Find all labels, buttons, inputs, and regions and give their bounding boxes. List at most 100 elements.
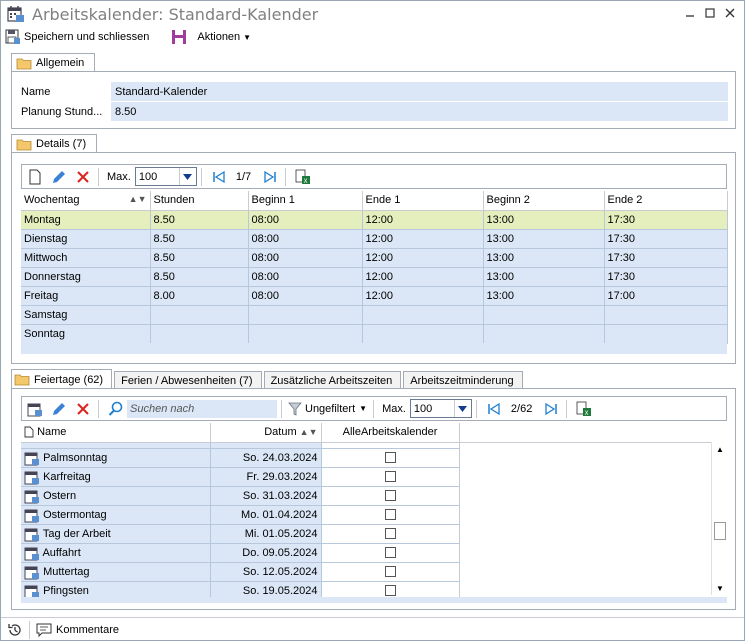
table-row[interactable]: Ostern So. 31.03.2024 bbox=[21, 486, 711, 506]
svg-text:X: X bbox=[304, 178, 308, 185]
chevron-down-icon bbox=[178, 168, 196, 185]
table-row[interactable]: Karfreitag Fr. 29.03.2024 bbox=[21, 467, 711, 487]
feiertage-table-footer bbox=[21, 597, 727, 603]
pencil-icon bbox=[53, 170, 65, 183]
planned-hours-input[interactable]: 8.50 bbox=[111, 102, 728, 121]
scroll-down-icon[interactable]: ▼ bbox=[712, 581, 728, 595]
folder-icon bbox=[16, 139, 32, 150]
maximize-icon bbox=[705, 8, 715, 18]
table-row[interactable]: Freitag 8.00 08:00 12:00 13:00 17:00 bbox=[21, 286, 728, 306]
delete-holiday-button[interactable] bbox=[72, 398, 94, 420]
svg-text:X: X bbox=[585, 410, 589, 417]
column-header-stunden[interactable]: Stunden bbox=[150, 191, 249, 211]
all-calendars-checkbox[interactable] bbox=[384, 547, 396, 559]
export-excel-button[interactable]: X bbox=[573, 398, 595, 420]
status-bar: Kommentare bbox=[1, 617, 744, 641]
column-header-filler bbox=[459, 423, 711, 443]
tab-ferien[interactable]: Ferien / Abwesenheiten (7) bbox=[114, 371, 262, 389]
maximize-button[interactable] bbox=[702, 5, 718, 21]
search-button[interactable] bbox=[105, 398, 127, 420]
last-page-icon bbox=[545, 402, 558, 415]
close-button[interactable] bbox=[722, 5, 738, 21]
title-bar: Arbeitskalender: Standard-Kalender bbox=[1, 1, 744, 27]
column-header-wochentag[interactable]: Wochentag ▲▼ bbox=[21, 191, 151, 211]
table-row[interactable]: Donnerstag 8.50 08:00 12:00 13:00 17:30 bbox=[21, 267, 728, 287]
scroll-up-icon[interactable]: ▲ bbox=[712, 442, 728, 456]
max-label: Max. bbox=[107, 170, 131, 183]
all-calendars-checkbox[interactable] bbox=[384, 471, 396, 483]
separator bbox=[98, 399, 99, 418]
minimize-button[interactable] bbox=[682, 5, 698, 21]
excel-export-icon: X bbox=[295, 169, 311, 185]
all-calendars-checkbox[interactable] bbox=[384, 490, 396, 502]
column-header-alle-arbeitskalender[interactable]: AlleArbeitskalender bbox=[321, 423, 460, 443]
details-tab[interactable]: Details (7) bbox=[11, 134, 98, 153]
actions-menu-button[interactable]: Aktionen ▼ bbox=[167, 27, 255, 47]
table-row[interactable]: Muttertag So. 12.05.2024 bbox=[21, 562, 711, 582]
table-row[interactable]: Palmsonntag So. 24.03.2024 bbox=[21, 448, 711, 468]
last-page-button[interactable] bbox=[540, 398, 562, 420]
column-header-name[interactable]: Name bbox=[21, 423, 211, 443]
filter-dropdown[interactable]: Ungefiltert ▼ bbox=[286, 399, 369, 419]
table-row[interactable]: Ostermontag Mo. 01.04.2024 bbox=[21, 505, 711, 525]
delete-button[interactable] bbox=[72, 166, 94, 188]
new-holiday-button[interactable] bbox=[24, 398, 46, 420]
details-table: Wochentag ▲▼ Stunden Beginn 1 Ende 1 Begi… bbox=[21, 191, 728, 344]
table-row[interactable]: Auffahrt Do. 09.05.2024 bbox=[21, 543, 711, 563]
folder-icon bbox=[14, 374, 30, 386]
scroll-thumb[interactable] bbox=[714, 522, 726, 540]
tab-feiertage[interactable]: Feiertage (62) bbox=[11, 369, 113, 389]
table-row[interactable]: Pfingsten So. 19.05.2024 bbox=[21, 581, 711, 597]
calendar-icon bbox=[24, 452, 39, 465]
last-page-button[interactable] bbox=[259, 166, 281, 188]
comments-button[interactable]: Kommentare bbox=[36, 623, 119, 637]
all-calendars-checkbox[interactable] bbox=[384, 452, 396, 464]
history-icon bbox=[8, 623, 21, 636]
allgemein-tab[interactable]: Allgemein bbox=[11, 53, 96, 72]
column-header-ende1[interactable]: Ende 1 bbox=[362, 191, 484, 211]
column-header-beginn1[interactable]: Beginn 1 bbox=[248, 191, 363, 211]
first-page-button[interactable] bbox=[208, 166, 230, 188]
max-rows-select[interactable]: 100 bbox=[409, 399, 472, 418]
history-button[interactable] bbox=[7, 622, 23, 638]
calendar-icon bbox=[7, 6, 24, 22]
tab-zusaetzliche-arbeitszeiten[interactable]: Zusätzliche Arbeitszeiten bbox=[263, 371, 402, 389]
all-calendars-checkbox[interactable] bbox=[384, 566, 396, 578]
edit-button[interactable] bbox=[48, 166, 70, 188]
feiertage-tab-strip: Feiertage (62) Ferien / Abwesenheiten (7… bbox=[11, 369, 525, 389]
comments-label: Kommentare bbox=[56, 623, 119, 636]
details-header-row: Wochentag ▲▼ Stunden Beginn 1 Ende 1 Begi… bbox=[21, 191, 728, 211]
first-page-button[interactable] bbox=[483, 398, 505, 420]
export-excel-button[interactable]: X bbox=[292, 166, 314, 188]
column-header-beginn2[interactable]: Beginn 2 bbox=[483, 191, 605, 211]
save-close-button[interactable]: Speichern und schliessen bbox=[1, 27, 153, 47]
details-table-footer bbox=[21, 343, 727, 354]
edit-holiday-button[interactable] bbox=[48, 398, 70, 420]
table-row[interactable]: Samstag bbox=[21, 305, 728, 325]
max-rows-value: 100 bbox=[413, 402, 433, 415]
max-rows-select[interactable]: 100 bbox=[134, 167, 197, 186]
table-row[interactable]: Tag der Arbeit Mi. 01.05.2024 bbox=[21, 524, 711, 544]
calendar-icon bbox=[24, 547, 39, 560]
tab-arbeitszeitminderung[interactable]: Arbeitszeitminderung bbox=[403, 371, 523, 389]
all-calendars-checkbox[interactable] bbox=[384, 509, 396, 521]
save-icon bbox=[172, 30, 187, 44]
new-record-button[interactable] bbox=[24, 166, 46, 188]
calendar-icon bbox=[24, 490, 39, 503]
last-page-icon bbox=[264, 170, 276, 183]
column-header-datum[interactable]: Datum ▲▼ bbox=[210, 423, 322, 443]
separator bbox=[29, 620, 30, 639]
search-input[interactable]: Suchen nach bbox=[127, 399, 277, 418]
column-header-ende2[interactable]: Ende 2 bbox=[604, 191, 728, 211]
feiertage-grid-toolbar: Suchen nach Ungefiltert ▼ Max. 100 2/62 … bbox=[21, 396, 727, 421]
table-row[interactable]: Sonntag bbox=[21, 324, 728, 344]
table-row[interactable]: Dienstag 8.50 08:00 12:00 13:00 17:30 bbox=[21, 229, 728, 249]
table-row[interactable]: Mittwoch 8.50 08:00 12:00 13:00 17:30 bbox=[21, 248, 728, 268]
name-input[interactable]: Standard-Kalender bbox=[111, 82, 728, 101]
all-calendars-checkbox[interactable] bbox=[384, 528, 396, 540]
all-calendars-checkbox[interactable] bbox=[384, 585, 396, 597]
sort-icon: ▲▼ bbox=[299, 427, 318, 438]
calendar-icon bbox=[24, 528, 39, 541]
table-row[interactable]: Montag 8.50 08:00 12:00 13:00 17:30 bbox=[21, 210, 728, 230]
vertical-scrollbar[interactable]: ▲ ▼ bbox=[711, 442, 727, 595]
